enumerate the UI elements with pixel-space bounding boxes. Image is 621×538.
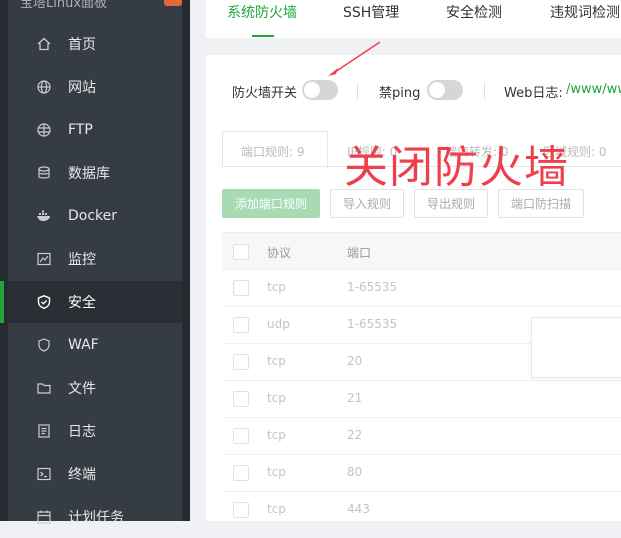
update-badge[interactable] (164, 0, 182, 6)
sidebar-item-label: 首页 (68, 37, 96, 53)
firewall-switch[interactable] (302, 80, 338, 100)
sidebar-item-monitor[interactable]: 监控 (8, 238, 182, 280)
sidebar-item-label: 安全 (68, 295, 96, 311)
firewall-switch-label: 防火墙开关 (232, 86, 298, 101)
tab-system-firewall[interactable]: 系统防火墙 (227, 0, 297, 38)
sidebar-item-label: 终端 (68, 467, 96, 483)
sidebar-item-label: WAF (68, 337, 99, 353)
ping-switch-label: 禁ping (379, 86, 421, 101)
sidebar-item-label: Docker (68, 208, 118, 224)
row-port: 22 (347, 428, 363, 442)
terminal-icon (36, 466, 52, 482)
subtab-port-rules[interactable]: 端口规则: 9 (241, 143, 305, 160)
row-checkbox[interactable] (233, 280, 249, 296)
sidebar-item-database[interactable]: 数据库 (8, 152, 182, 194)
table-row[interactable]: tcp 21 (222, 380, 621, 418)
table-header: 协议 端口 (222, 232, 621, 270)
sidebar-title: 宝塔Linux面板 (20, 0, 108, 8)
tab-security-scan[interactable]: 安全检测 (446, 0, 502, 38)
tooltip-popup (531, 317, 621, 378)
divider (357, 83, 358, 99)
sidebar-panel: 宝塔Linux面板 首页 网站 FTP 数据库 Docker 监控 安全 WAF… (0, 0, 182, 526)
table-row[interactable]: tcp 80 (222, 454, 621, 492)
active-tab-indicator (252, 35, 274, 37)
column-port: 端口 (347, 246, 372, 260)
sidebar-item-website[interactable]: 网站 (8, 66, 182, 108)
monitor-icon (36, 251, 52, 267)
row-port: 21 (347, 391, 363, 405)
sidebar-item-ftp[interactable]: FTP (8, 109, 182, 151)
log-icon (36, 423, 52, 439)
row-protocol: tcp (267, 428, 286, 442)
row-protocol: udp (267, 317, 290, 331)
tab-ssh-management[interactable]: SSH管理 (343, 0, 399, 38)
row-port: 1-65535 (347, 317, 398, 331)
sidebar-item-label: FTP (68, 122, 93, 138)
table-row[interactable]: tcp 22 (222, 417, 621, 455)
row-protocol: tcp (267, 465, 286, 479)
docker-icon (36, 208, 52, 224)
sidebar-item-files[interactable]: 文件 (8, 367, 182, 409)
row-checkbox[interactable] (233, 354, 249, 370)
annotation-arrow (328, 41, 381, 76)
sidebar-item-label: 文件 (68, 381, 96, 397)
row-protocol: tcp (267, 391, 286, 405)
ftp-globe-icon (36, 122, 52, 138)
shield-icon (36, 294, 52, 310)
toggle-knob (304, 82, 320, 98)
select-all-checkbox[interactable] (233, 244, 249, 260)
tab-violation-word-scan[interactable]: 违规词检测 (550, 0, 620, 38)
row-checkbox[interactable] (233, 502, 249, 518)
row-protocol: tcp (267, 280, 286, 294)
sidebar-item-docker[interactable]: Docker (8, 195, 182, 237)
sidebar-item-home[interactable]: 首页 (8, 23, 182, 65)
row-port: 20 (347, 354, 363, 368)
sidebar-item-label: 数据库 (68, 166, 110, 182)
database-icon (36, 165, 52, 181)
row-checkbox[interactable] (233, 391, 249, 407)
sidebar-item-waf[interactable]: WAF (8, 324, 182, 366)
ping-switch[interactable] (427, 80, 463, 100)
folder-icon (36, 380, 52, 396)
divider (484, 83, 485, 99)
sidebar-item-logs[interactable]: 日志 (8, 410, 182, 452)
toggle-knob (429, 82, 445, 98)
annotation-text: 关闭防火墙 (344, 142, 569, 193)
sidebar-item-label: 监控 (68, 252, 96, 268)
weblog-path-link[interactable]: /www/wwwl (566, 82, 621, 97)
waf-icon (36, 337, 52, 353)
calendar-icon (36, 509, 52, 525)
weblog-label: Web日志: (504, 86, 563, 101)
sidebar-item-security[interactable]: 安全 (0, 281, 182, 323)
sidebar-item-label: 计划任务 (68, 510, 124, 526)
column-protocol: 协议 (267, 246, 292, 260)
row-port: 1-65535 (347, 280, 398, 294)
sidebar: 宝塔Linux面板 首页 网站 FTP 数据库 Docker 监控 安全 WAF… (0, 0, 190, 526)
row-checkbox[interactable] (233, 465, 249, 481)
row-protocol: tcp (267, 354, 286, 368)
add-port-rule-button[interactable]: 添加端口规则 (222, 189, 320, 218)
home-icon (36, 36, 52, 52)
table-row[interactable]: tcp 443 (222, 491, 621, 529)
sidebar-item-cron[interactable]: 计划任务 (8, 496, 182, 538)
row-port: 443 (347, 502, 370, 516)
sidebar-item-label: 网站 (68, 80, 96, 96)
sidebar-item-terminal[interactable]: 终端 (8, 453, 182, 495)
globe-icon (36, 79, 52, 95)
row-checkbox[interactable] (233, 317, 249, 333)
table-row[interactable]: tcp 1-65535 (222, 269, 621, 307)
sidebar-item-label: 日志 (68, 424, 96, 440)
row-port: 80 (347, 465, 363, 479)
row-checkbox[interactable] (233, 428, 249, 444)
row-protocol: tcp (267, 502, 286, 516)
